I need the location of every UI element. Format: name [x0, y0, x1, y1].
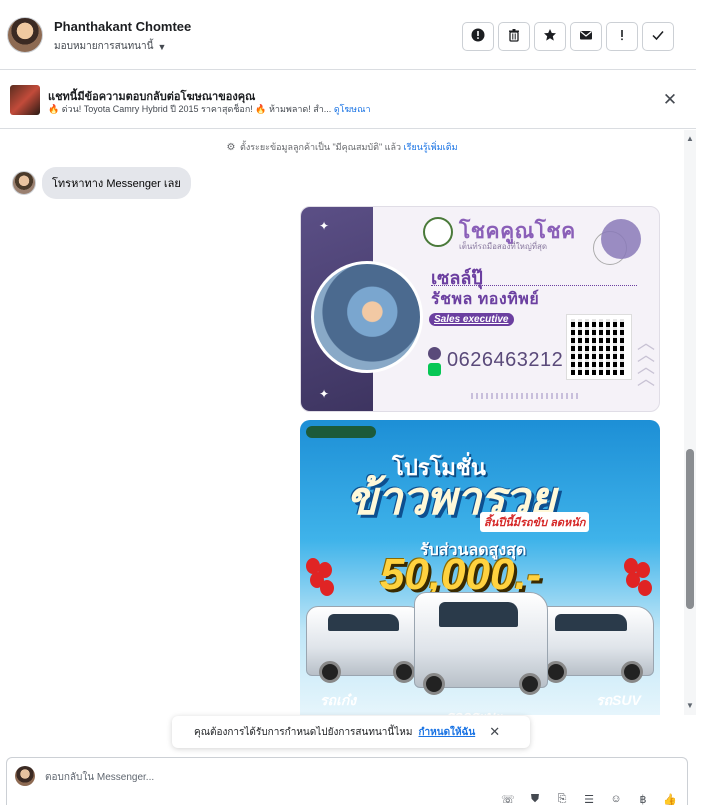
chevron-up-icon: ︿ ︿ ︿ ︿	[637, 333, 655, 389]
scroll-down-arrow-icon[interactable]: ▼	[686, 701, 694, 710]
message-bubble[interactable]: โทรหาทาง Messenger เลย	[42, 167, 191, 199]
card-dot-pattern	[471, 393, 581, 399]
assign-prompt-text: คุณต้องการได้รับการกำหนดไปยังการสนทนานี้…	[194, 726, 413, 738]
follow-up-button[interactable]	[606, 22, 638, 51]
system-note-text: ตั้งระยะข้อมูลลูกค้าเป็น "มีคุณสมบัติ" แ…	[239, 142, 402, 152]
caret-down-icon: ▼	[157, 41, 167, 52]
sparkle-icon: ✦	[319, 387, 330, 401]
mark-done-button[interactable]	[642, 22, 674, 51]
promo-logo-strip	[306, 426, 376, 438]
contact-name[interactable]: Phanthakant Chomtee	[54, 19, 191, 34]
reply-composer[interactable]: ตอบกลับใน Messenger... ☏ ⛊ ⎘ ☰ ☺ ฿ 👍	[6, 757, 688, 805]
pickup-truck	[414, 592, 548, 695]
ad-banner-snippet-row: 🔥 ด่วน! Toyota Camry Hybrid ปี 2015 ราคา…	[48, 102, 371, 116]
header-actions	[462, 22, 674, 51]
sparkle-icon: ✦	[319, 219, 330, 233]
contact-icons	[428, 347, 442, 376]
ad-snippet: 🔥 ด่วน! Toyota Camry Hybrid ปี 2015 ราคา…	[48, 104, 332, 114]
delete-button[interactable]	[498, 22, 530, 51]
assign-conversation-dropdown[interactable]: มอบหมายการสนทนานี้ ▼	[54, 39, 166, 54]
phone-icon	[428, 347, 441, 360]
like-icon[interactable]: 👍	[663, 792, 677, 805]
attachment-icon[interactable]: ⎘	[555, 792, 569, 805]
sedan-car	[306, 606, 426, 683]
card-decor-circle	[601, 219, 641, 259]
page-avatar	[15, 766, 35, 786]
salesperson-photo	[311, 261, 423, 373]
promo-slogan: สิ้นปีนี้มีรถขับ ลดหนัก	[480, 512, 590, 532]
business-card-image[interactable]: ✦ ✦ โชคคูณโชค เต็นท์รถมือสองที่ใหญ่ที่สุ…	[300, 206, 660, 412]
card-tagline: เต็นท์รถมือสองที่ใหญ่ที่สุด	[459, 242, 548, 251]
close-icon[interactable]: ✕	[489, 724, 500, 740]
promotion-image[interactable]: โปรโมชั่น ข้าวพารวย สิ้นปีนี้มีรถขับ ลดห…	[300, 420, 660, 715]
assign-label: มอบหมายการสนทนานี้	[54, 41, 154, 52]
suv-car	[532, 606, 654, 683]
conversation-header: Phanthakant Chomtee มอบหมายการสนทนานี้ ▼	[0, 0, 696, 70]
composer-toolbar: ☏ ⛊ ⎘ ☰ ☺ ฿ 👍	[501, 792, 677, 805]
assign-prompt-toast: คุณต้องการได้รับการกำหนดไปยังการสนทนานี้…	[172, 716, 530, 748]
promo-label-sedan: รถเก๋ง	[320, 692, 357, 708]
payment-icon[interactable]: ฿	[636, 792, 650, 805]
emoji-icon[interactable]: ☺	[609, 792, 623, 805]
close-icon[interactable]: ✕	[661, 90, 679, 109]
exclamation-icon	[615, 28, 629, 45]
assign-to-me-link[interactable]: กำหนดให้ฉัน	[418, 725, 475, 740]
ad-thumbnail[interactable]	[10, 85, 40, 115]
checkmark-icon	[651, 28, 665, 45]
contact-avatar[interactable]	[7, 17, 43, 53]
conversation-scrollbar[interactable]: ▲ ▼	[684, 130, 696, 715]
incoming-message: โทรหาทาง Messenger เลย	[12, 167, 191, 199]
system-note: ⚙ ตั้งระยะข้อมูลลูกค้าเป็น "มีคุณสมบัติ"…	[0, 140, 684, 154]
card-full-name: รัชพล ทองทิพย์	[431, 291, 540, 308]
saved-reply-icon[interactable]: ☰	[582, 792, 596, 805]
phone-icon[interactable]: ☏	[501, 792, 515, 805]
qr-code	[566, 314, 632, 380]
card-divider	[431, 285, 637, 286]
view-ad-link[interactable]: ดูโฆษณา	[334, 104, 371, 114]
shopping-bag-icon[interactable]: ⛊	[528, 792, 542, 805]
reply-input[interactable]: ตอบกลับใน Messenger...	[45, 770, 154, 785]
lifecycle-icon: ⚙	[226, 142, 236, 153]
star-icon	[543, 28, 557, 45]
scroll-up-arrow-icon[interactable]: ▲	[686, 134, 694, 143]
card-phone: 0626463212	[447, 349, 564, 371]
line-app-icon	[428, 363, 441, 376]
brand-logo	[423, 217, 453, 247]
star-button[interactable]	[534, 22, 566, 51]
sender-avatar[interactable]	[12, 171, 36, 195]
trash-icon	[507, 28, 521, 45]
ad-reply-banner: แชทนี้มีข้อความตอบกลับต่อโฆษณาของคุณ 🔥 ด…	[0, 71, 696, 129]
envelope-icon	[579, 28, 593, 45]
card-role: Sales executive	[429, 313, 514, 326]
mark-spam-button[interactable]	[462, 22, 494, 51]
exclamation-circle-icon	[471, 28, 485, 45]
promo-label-suv: รถSUV	[596, 692, 641, 708]
conversation-thread[interactable]: ⚙ ตั้งระยะข้อมูลลูกค้าเป็น "มีคุณสมบัติ"…	[0, 130, 684, 715]
mark-unread-button[interactable]	[570, 22, 602, 51]
scrollbar-thumb[interactable]	[686, 449, 694, 609]
learn-more-link[interactable]: เรียนรู้เพิ่มเติม	[404, 142, 458, 152]
promo-label-pickup: รถกระบะ	[446, 706, 502, 715]
